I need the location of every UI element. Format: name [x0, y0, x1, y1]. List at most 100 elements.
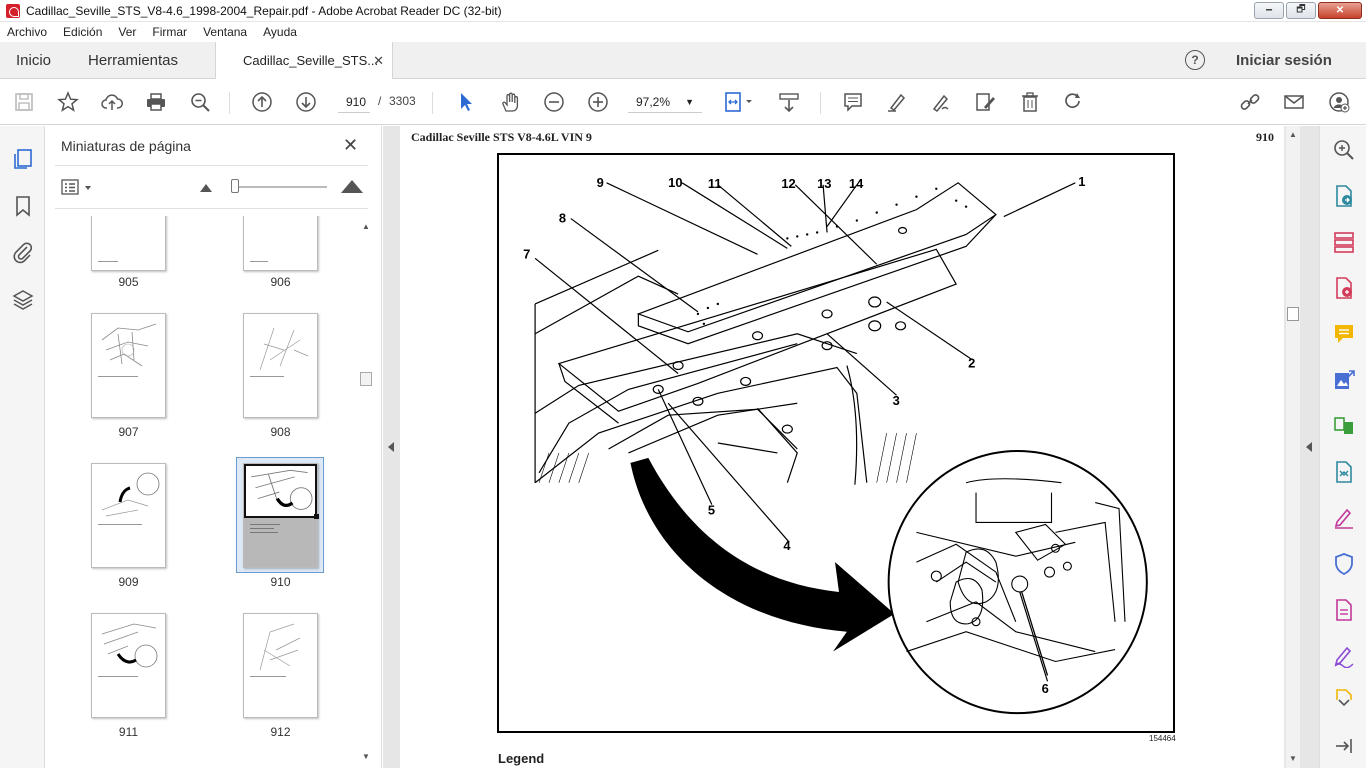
email-icon[interactable]	[1281, 90, 1307, 114]
thumbnail-scrollbar[interactable]: ▲ ▼	[359, 216, 373, 768]
edit-pdf-icon[interactable]	[972, 90, 998, 114]
combine-files-icon[interactable]	[1332, 414, 1356, 438]
draw-icon[interactable]	[928, 90, 954, 114]
tab-bar: Inicio Herramientas Cadillac_Seville_STS…	[0, 42, 1366, 79]
signin-button[interactable]: Iniciar sesión	[1236, 52, 1332, 69]
scroll-up-icon[interactable]: ▲	[362, 222, 370, 231]
help-icon[interactable]: ?	[1185, 50, 1205, 70]
page-thumbnail-label: 906	[270, 275, 291, 289]
text-line	[250, 524, 280, 525]
thumbnail-list: 905 906 907 908 909 910 911 912	[45, 216, 359, 768]
page-thumbnail[interactable]	[91, 613, 166, 718]
zoom-dropdown[interactable]: 97,2% ▼	[628, 91, 702, 113]
page-thumbnails-icon[interactable]	[11, 147, 35, 171]
bookmark-icon[interactable]	[11, 194, 35, 218]
menu-archivo[interactable]: Archivo	[7, 25, 47, 39]
menu-edicion[interactable]: Edición	[63, 25, 102, 39]
fit-page-icon[interactable]	[720, 90, 756, 114]
thumbnail-options-button[interactable]	[61, 178, 95, 198]
export-image-icon[interactable]	[1332, 368, 1356, 392]
hand-tool-icon[interactable]	[497, 90, 523, 114]
tab-home[interactable]: Inicio	[16, 52, 51, 69]
tab-document[interactable]: Cadillac_Seville_STS... ✕	[215, 42, 393, 79]
star-icon[interactable]	[55, 90, 81, 114]
text-line	[98, 376, 138, 377]
save-icon[interactable]	[11, 90, 37, 114]
tab-tools[interactable]: Herramientas	[88, 52, 178, 69]
restore-button[interactable]: 🗗	[1286, 2, 1316, 19]
menu-ayuda[interactable]: Ayuda	[263, 25, 297, 39]
page-thumbnail[interactable]	[243, 313, 318, 418]
zoom-in-icon[interactable]	[585, 90, 611, 114]
chevron-down-icon[interactable]	[1332, 696, 1356, 710]
current-page-input[interactable]: 910	[338, 91, 370, 113]
add-user-icon[interactable]	[1326, 90, 1352, 114]
zoom-search-icon[interactable]	[187, 90, 213, 114]
comment-icon[interactable]	[840, 90, 866, 114]
fill-sign-icon[interactable]	[1332, 506, 1356, 530]
zoom-search-icon[interactable]	[1332, 138, 1356, 162]
scroll-down-icon[interactable]: ▼	[362, 752, 370, 761]
close-icon[interactable]: ✕	[343, 135, 358, 156]
page-thumbnail[interactable]	[91, 313, 166, 418]
page-thumbnail-label: 907	[118, 425, 139, 439]
scroll-down-icon[interactable]: ▼	[1289, 754, 1297, 763]
callout-13: 13	[817, 176, 831, 191]
menu-firmar[interactable]: Firmar	[152, 25, 187, 39]
callout-8: 8	[559, 211, 566, 226]
callout-3: 3	[893, 393, 900, 408]
page-thumbnail[interactable]	[91, 216, 166, 271]
scrollbar-thumb[interactable]	[1287, 307, 1299, 321]
delete-trash-icon[interactable]	[1017, 90, 1043, 114]
collapse-panel-icon[interactable]	[1332, 734, 1356, 758]
attachment-paperclip-icon[interactable]	[11, 240, 35, 264]
menu-ver[interactable]: Ver	[118, 25, 136, 39]
edit-form-icon[interactable]	[1332, 598, 1356, 622]
close-window-button[interactable]: ✕	[1318, 2, 1362, 19]
thumbnail-diagram	[101, 623, 158, 668]
previous-page-icon[interactable]	[249, 90, 275, 114]
rotate-icon[interactable]	[1060, 90, 1086, 114]
page-thumbnail[interactable]	[243, 216, 318, 271]
next-page-icon[interactable]	[293, 90, 319, 114]
page-header: Cadillac Seville STS V8-4.6L VIN 9	[411, 130, 592, 144]
create-pdf-icon[interactable]	[1332, 276, 1356, 300]
highlight-pen-icon[interactable]	[884, 90, 910, 114]
shrink-thumbnails-icon[interactable]	[200, 184, 212, 192]
scroll-up-icon[interactable]: ▲	[1289, 130, 1297, 139]
menu-bar: Archivo Edición Ver Firmar Ventana Ayuda	[0, 22, 1366, 42]
print-icon[interactable]	[143, 90, 169, 114]
page-thumbnail-label: 911	[118, 725, 139, 739]
page-thumbnail-current[interactable]	[243, 463, 319, 568]
organize-pages-icon[interactable]	[1332, 230, 1356, 254]
zoom-out-icon[interactable]	[541, 90, 567, 114]
page-separator: /	[378, 94, 382, 108]
collapse-left-panel-icon[interactable]	[388, 442, 394, 452]
scrollbar-thumb[interactable]	[360, 372, 372, 386]
export-pdf-icon[interactable]	[1332, 184, 1356, 208]
thumbnail-size-slider[interactable]	[233, 186, 327, 188]
compress-pdf-icon[interactable]	[1332, 460, 1356, 484]
enlarge-thumbnails-icon[interactable]	[341, 180, 363, 193]
upload-cloud-icon[interactable]	[99, 90, 125, 114]
document-scrollbar[interactable]: ▲ ▼	[1286, 126, 1300, 768]
resize-handle[interactable]	[314, 514, 319, 519]
document-viewer: Cadillac Seville STS V8-4.6L VIN 9 910 1…	[383, 126, 1319, 768]
slider-handle[interactable]	[231, 179, 239, 193]
protect-shield-icon[interactable]	[1332, 552, 1356, 576]
page-thumbnail[interactable]	[243, 613, 318, 718]
page-thumbnail[interactable]	[91, 463, 166, 568]
comment-tool-icon[interactable]	[1332, 322, 1356, 346]
send-for-signature-icon[interactable]	[1332, 644, 1356, 669]
layers-icon[interactable]	[11, 288, 35, 312]
thumbnail-diagram	[259, 623, 301, 671]
acrobat-logo-icon	[6, 3, 20, 18]
callout-5: 5	[708, 503, 715, 518]
tab-close-icon[interactable]: ✕	[373, 53, 384, 69]
share-link-icon[interactable]	[1237, 90, 1263, 114]
scroll-mode-icon[interactable]	[776, 90, 802, 114]
expand-right-panel-icon[interactable]	[1306, 442, 1312, 452]
select-cursor-icon[interactable]	[453, 90, 479, 114]
menu-ventana[interactable]: Ventana	[203, 25, 247, 39]
minimize-button[interactable]: 🗕	[1254, 2, 1284, 19]
